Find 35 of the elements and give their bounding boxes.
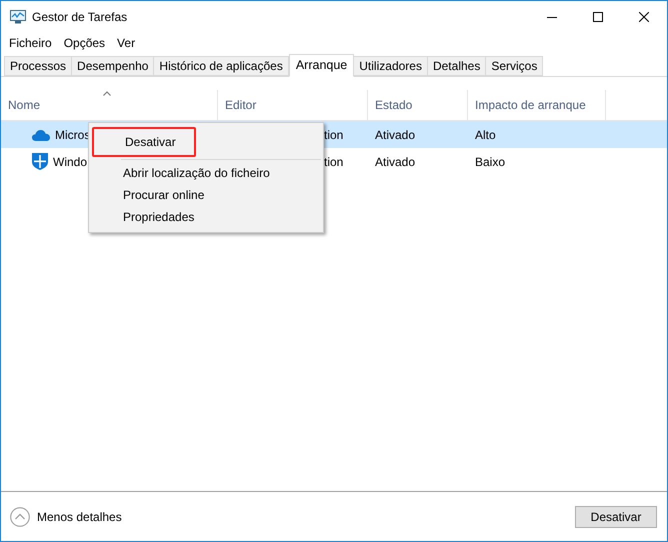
menu-item[interactable]: Ver	[111, 34, 142, 52]
tab[interactable]: Processos	[4, 56, 72, 76]
tab[interactable]: Arranque	[288, 54, 354, 77]
table-cell: tion	[324, 128, 344, 142]
maximize-icon	[593, 12, 603, 22]
details-toggle-link[interactable]: Menos detalhes	[37, 508, 122, 526]
tab[interactable]: Histórico de aplicações	[153, 56, 289, 76]
table-cell: Alto	[475, 128, 496, 142]
column-header[interactable]: Editor	[218, 96, 264, 114]
minimize-icon	[547, 16, 557, 18]
menu-item[interactable]: Abrir localização do ficheiro	[89, 162, 323, 184]
table-cell: tion	[324, 154, 344, 168]
tab[interactable]: Serviços	[485, 56, 544, 76]
table-cell: Ativado	[375, 128, 416, 142]
column-header[interactable]: Estado	[368, 96, 420, 114]
menu-item[interactable]: Opções	[58, 34, 112, 52]
menu-item[interactable]: Propriedades	[89, 206, 323, 228]
menu-item[interactable]: Procurar online	[89, 184, 323, 206]
menu-item[interactable]: Ficheiro	[3, 34, 58, 52]
menu-item[interactable]: Desativar	[92, 127, 196, 157]
shield-icon	[32, 153, 48, 170]
tab[interactable]: Desempenho	[71, 56, 154, 76]
sort-ascending-icon	[103, 91, 111, 96]
close-icon	[639, 12, 649, 22]
disable-button[interactable]: Desativar	[575, 506, 657, 528]
cloud-icon	[32, 128, 50, 140]
monitor-chart-icon	[10, 10, 26, 24]
tab[interactable]: Utilizadores	[353, 56, 428, 76]
window-title: Gestor de Tarefas	[32, 9, 128, 26]
table-cell: Ativado	[375, 154, 416, 168]
column-header[interactable]: Impacto de arranque	[468, 96, 593, 114]
tab[interactable]: Detalhes	[426, 56, 486, 76]
column-header[interactable]: Nome	[1, 96, 48, 114]
chevron-up-circle-icon[interactable]	[10, 506, 30, 526]
table-cell: Baixo	[475, 154, 506, 168]
